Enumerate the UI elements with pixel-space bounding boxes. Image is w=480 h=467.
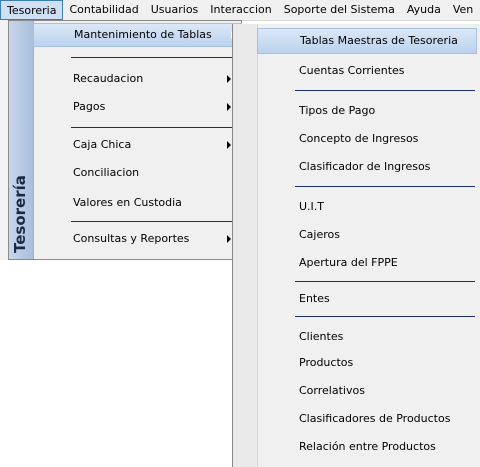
submenu-arrow-icon	[227, 75, 231, 83]
menu-ventana[interactable]: Ven	[447, 0, 479, 20]
submenu-arrow-icon	[227, 235, 231, 243]
menu-item-label: Recaudacion	[73, 72, 144, 85]
submenu-item-productos[interactable]: Productos	[257, 350, 480, 376]
menu-item-label: Consultas y Reportes	[73, 232, 190, 245]
background-window-edge	[0, 20, 8, 260]
menu-item-consultas-y-reportes[interactable]: Consultas y Reportes	[37, 227, 237, 251]
submenu-item-relacion-entre-productos[interactable]: Relación entre Productos	[257, 434, 480, 460]
submenu-icon-column	[233, 24, 258, 467]
menu-separator	[71, 57, 241, 58]
menu-separator	[295, 281, 475, 282]
menu-item-label: Mantenimiento de Tablas	[74, 28, 212, 41]
submenu-item-cajeros[interactable]: Cajeros	[257, 222, 480, 248]
menu-separator	[71, 221, 241, 222]
menu-separator	[295, 90, 475, 91]
mantenimiento-submenu: Tablas Maestras de Tesoreria Cuentas Cor…	[232, 24, 480, 467]
menu-contabilidad[interactable]: Contabilidad	[63, 0, 144, 20]
menu-item-label: Caja Chica	[73, 138, 132, 151]
menu-tesoreria[interactable]: Tesoreria	[0, 0, 64, 20]
submenu-item-clientes[interactable]: Clientes	[257, 324, 480, 350]
submenu-item-correlativos[interactable]: Correlativos	[257, 378, 480, 404]
menu-separator	[71, 127, 241, 128]
menu-ayuda[interactable]: Ayuda	[401, 0, 447, 20]
submenu-item-clasificador-de-ingresos[interactable]: Clasificador de Ingresos	[257, 154, 480, 180]
menu-separator	[295, 316, 475, 317]
menu-item-label: Conciliacion	[73, 166, 140, 179]
tesoreria-dropdown: Tesorería Mantenimiento de Tablas Recaud…	[8, 20, 242, 260]
menu-item-label: Pagos	[73, 100, 106, 113]
submenu-item-entes[interactable]: Entes	[257, 286, 480, 312]
submenu-item-cuentas-corrientes[interactable]: Cuentas Corrientes	[257, 58, 480, 84]
menu-usuarios[interactable]: Usuarios	[145, 0, 205, 20]
submenu-item-clasificadores-de-productos[interactable]: Clasificadores de Productos	[257, 406, 480, 432]
submenu-item-apertura-del-fppe[interactable]: Apertura del FPPE	[257, 250, 480, 276]
menu-item-label: Valores en Custodia	[73, 196, 182, 209]
submenu-arrow-icon	[227, 103, 231, 111]
submenu-item-uit[interactable]: U.I.T	[257, 194, 480, 220]
menu-interaccion[interactable]: Interaccion	[204, 0, 277, 20]
menu-soporte-del-sistema[interactable]: Soporte del Sistema	[278, 0, 401, 20]
menu-separator	[295, 186, 475, 187]
menu-item-pagos[interactable]: Pagos	[37, 95, 237, 119]
menu-item-mantenimiento-de-tablas[interactable]: Mantenimiento de Tablas	[33, 23, 242, 47]
menu-item-conciliacion[interactable]: Conciliacion	[37, 161, 237, 185]
submenu-item-tablas-maestras[interactable]: Tablas Maestras de Tesoreria	[257, 28, 477, 54]
menu-item-valores-en-custodia[interactable]: Valores en Custodia	[37, 191, 237, 215]
menubar: Tesoreria Contabilidad Usuarios Interacc…	[0, 0, 480, 21]
menu-sidebar-banner: Tesorería	[9, 21, 34, 259]
menu-item-recaudacion[interactable]: Recaudacion	[37, 67, 237, 91]
submenu-item-concepto-de-ingresos[interactable]: Concepto de Ingresos	[257, 126, 480, 152]
submenu-arrow-icon	[227, 141, 231, 149]
sidebar-label: Tesorería	[11, 175, 29, 253]
menu-item-caja-chica[interactable]: Caja Chica	[37, 133, 237, 157]
submenu-item-tipos-de-pago[interactable]: Tipos de Pago	[257, 98, 480, 124]
